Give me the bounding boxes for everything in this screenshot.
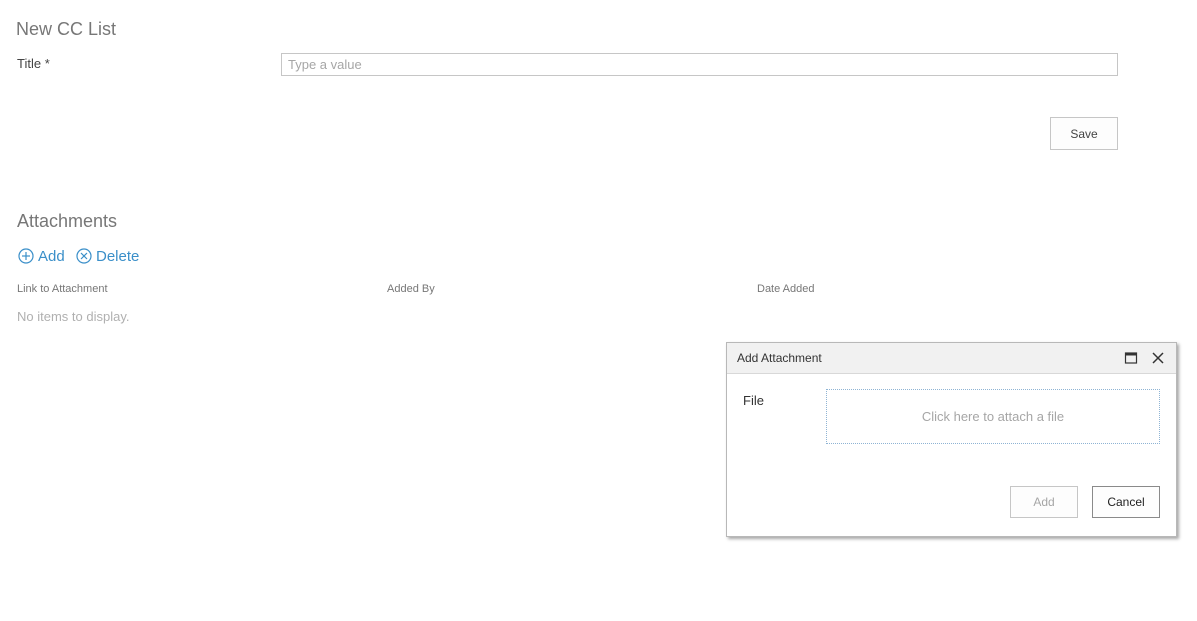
add-command-label: Add (38, 247, 65, 265)
add-attachment-command[interactable]: Add (18, 246, 65, 266)
attach-file-dropzone[interactable]: Click here to attach a file (826, 389, 1160, 444)
page-title: New CC List (16, 19, 117, 39)
dialog-title: Add Attachment (737, 351, 822, 365)
add-attachment-dialog: Add Attachment File Click here to attach… (726, 342, 1177, 537)
attachments-section-title: Attachments (17, 211, 118, 231)
close-icon[interactable] (1151, 351, 1165, 365)
dialog-add-button[interactable]: Add (1010, 486, 1078, 518)
column-header-link[interactable]: Link to Attachment (17, 283, 108, 295)
circle-x-icon (76, 248, 92, 264)
dialog-header: Add Attachment (727, 343, 1176, 374)
empty-list-message: No items to display. (17, 309, 130, 324)
page: New CC List Title * Save Attachments Add… (0, 0, 1197, 621)
delete-command-label: Delete (96, 247, 140, 265)
delete-attachment-command[interactable]: Delete (76, 246, 139, 266)
title-field-label: Title * (17, 56, 50, 71)
column-header-date-added[interactable]: Date Added (757, 283, 815, 295)
column-header-added-by[interactable]: Added By (387, 283, 435, 295)
title-input[interactable] (281, 53, 1118, 76)
circle-plus-icon (18, 248, 34, 264)
dialog-cancel-button[interactable]: Cancel (1092, 486, 1160, 518)
file-label: File (743, 393, 764, 408)
maximize-icon[interactable] (1124, 351, 1138, 365)
save-button[interactable]: Save (1050, 117, 1118, 150)
